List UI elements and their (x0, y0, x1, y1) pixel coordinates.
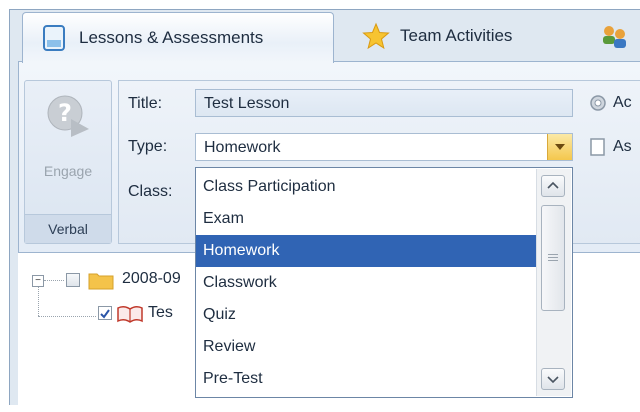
dropdown-option[interactable]: Quiz (196, 299, 536, 331)
page-icon (590, 138, 605, 156)
scroll-down-button[interactable] (541, 368, 565, 390)
tab-lessons-assessments[interactable]: Lessons & Assessments (22, 12, 334, 63)
chevron-up-icon (547, 181, 559, 189)
engage-button[interactable]: ? (45, 93, 91, 139)
tab-label: Team Activities (400, 26, 513, 45)
tree-connector (38, 286, 39, 316)
type-select-value: Homework (204, 139, 281, 156)
dropdown-option-selected[interactable]: Homework (196, 235, 536, 267)
side-action-2[interactable]: As (587, 137, 632, 157)
collapse-toggle[interactable]: − (32, 275, 44, 287)
side-action-1[interactable]: Ac (587, 93, 632, 113)
tree-connector (38, 316, 96, 317)
svg-text:?: ? (58, 99, 72, 127)
group-verbal-label: Verbal (25, 214, 111, 243)
folder-checkbox[interactable] (66, 273, 80, 287)
tab-team-activities[interactable]: Team Activities (362, 16, 512, 56)
item-checkbox[interactable] (98, 306, 112, 320)
title-field[interactable]: Test Lesson (195, 89, 573, 117)
scroll-thumb[interactable] (541, 205, 565, 311)
dropdown-option[interactable]: Class Participation (196, 171, 536, 203)
item-label[interactable]: Tes (148, 304, 173, 322)
check-icon (100, 309, 110, 319)
dropdown-option[interactable]: Classwork (196, 267, 536, 299)
type-dropdown-list[interactable]: Class Participation Exam Homework Classw… (195, 167, 573, 398)
dropdown-option[interactable]: Pre-Test (196, 363, 536, 395)
type-dropdown-button[interactable] (547, 134, 572, 160)
dropdown-option[interactable]: Exam (196, 203, 536, 235)
gear-icon (590, 95, 606, 111)
tree-connector (44, 280, 64, 281)
title-label: Title: (128, 95, 163, 112)
folder-label[interactable]: 2008-09 (122, 270, 181, 288)
dropdown-option[interactable]: Review (196, 331, 536, 363)
grip-icon (548, 254, 558, 255)
scroll-up-button[interactable] (541, 175, 565, 197)
chevron-down-icon (555, 144, 565, 150)
chevron-down-icon (547, 376, 559, 384)
team-icon (603, 26, 626, 48)
dropdown-scrollbar[interactable] (536, 169, 571, 396)
folder-icon (88, 273, 114, 290)
type-label: Type: (128, 138, 168, 155)
type-select[interactable]: Homework (195, 133, 573, 161)
question-speaker-icon: ? (47, 95, 89, 137)
side-action-2-label: As (613, 138, 632, 155)
group-verbal: ? Engage Verbal (24, 80, 112, 244)
tab-team[interactable] (600, 16, 628, 56)
tab-label: Lessons & Assessments (79, 28, 264, 47)
class-label: Class: (128, 183, 173, 200)
engage-label: Engage (43, 163, 93, 179)
document-icon (43, 25, 65, 51)
star-icon (362, 22, 390, 50)
side-action-1-label: Ac (613, 94, 632, 111)
book-icon (117, 305, 143, 323)
